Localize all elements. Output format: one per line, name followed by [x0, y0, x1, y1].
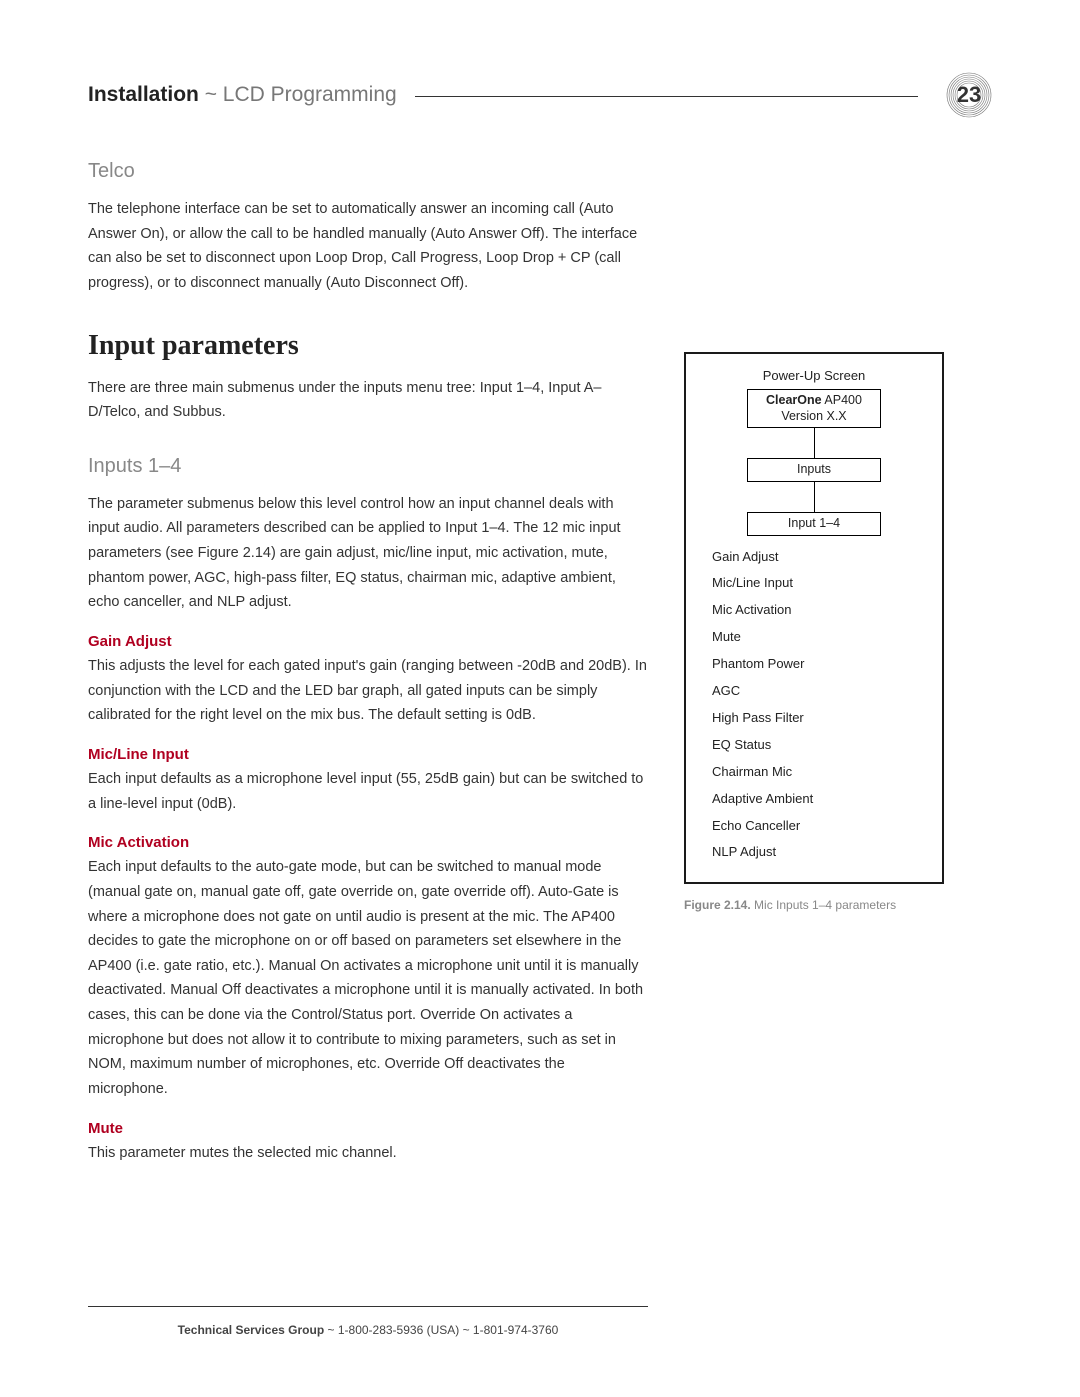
figure-node1-model: AP400: [822, 393, 862, 407]
figure-node-root: ClearOne AP400 Version X.X: [747, 389, 881, 428]
param-title-mute: Mute: [88, 1120, 648, 1137]
figure-node1-brand: ClearOne: [766, 393, 822, 407]
telco-heading: Telco: [88, 160, 648, 183]
param-body-mic-line: Each input defaults as a microphone leve…: [88, 767, 648, 816]
param-body-mute: This parameter mutes the selected mic ch…: [88, 1141, 648, 1166]
main-column: Telco The telephone interface can be set…: [88, 160, 648, 1171]
figure-node-inputs: Inputs: [747, 458, 881, 482]
figure-node-input-1-4: Input 1–4: [747, 512, 881, 536]
figure-bullet: Mic Activation: [712, 597, 928, 624]
header-rule: [415, 96, 918, 97]
figure-bullet: High Pass Filter: [712, 705, 928, 732]
figure-bullet: Mute: [712, 624, 928, 651]
figure-caption-number: Figure 2.14.: [684, 898, 751, 912]
figure-box: Power-Up Screen ClearOne AP400 Version X…: [684, 352, 944, 884]
header-title: Installation ~ LCD Programming: [88, 83, 397, 107]
figure-bullet: AGC: [712, 678, 928, 705]
param-title-mic-line: Mic/Line Input: [88, 746, 648, 763]
page-number-badge: 23: [946, 72, 992, 118]
header-separator: ~: [199, 83, 223, 106]
figure-connector: [814, 428, 815, 458]
footer-bold: Technical Services Group: [178, 1323, 325, 1337]
footer-rule: [88, 1306, 648, 1307]
figure-bullet: Echo Canceller: [712, 813, 928, 840]
footer-text: Technical Services Group ~ 1-800-283-593…: [88, 1323, 648, 1337]
param-title-gain-adjust: Gain Adjust: [88, 633, 648, 650]
figure-bullet: EQ Status: [712, 732, 928, 759]
param-body-gain-adjust: This adjusts the level for each gated in…: [88, 654, 648, 728]
figure-node1-version: Version X.X: [781, 409, 846, 423]
figure-column: Power-Up Screen ClearOne AP400 Version X…: [684, 160, 992, 1171]
telco-paragraph: The telephone interface can be set to au…: [88, 197, 648, 296]
page: Installation ~ LCD Programming 23 Telco …: [0, 0, 1080, 1397]
param-title-mic-activation: Mic Activation: [88, 834, 648, 851]
header-light: LCD Programming: [223, 83, 397, 106]
body: Telco The telephone interface can be set…: [88, 160, 992, 1171]
figure-bullet: NLP Adjust: [712, 839, 928, 866]
figure-bullet: Gain Adjust: [712, 544, 928, 571]
footer-rest: ~ 1-800-283-5936 (USA) ~ 1-801-974-3760: [324, 1323, 558, 1337]
inputs-1-4-heading: Inputs 1–4: [88, 455, 648, 478]
figure-bullet: Chairman Mic: [712, 759, 928, 786]
figure-bullet: Phantom Power: [712, 651, 928, 678]
figure-bullet: Adaptive Ambient: [712, 786, 928, 813]
figure-powerup-label: Power-Up Screen: [700, 368, 928, 383]
page-header: Installation ~ LCD Programming 23: [88, 72, 992, 118]
input-params-intro: There are three main submenus under the …: [88, 376, 648, 425]
figure-bullet: Mic/Line Input: [712, 570, 928, 597]
input-params-heading: Input parameters: [88, 330, 648, 362]
figure-caption: Figure 2.14. Mic Inputs 1–4 parameters: [684, 898, 992, 912]
figure-caption-text: Mic Inputs 1–4 parameters: [751, 898, 896, 912]
figure-connector: [814, 482, 815, 512]
page-number: 23: [946, 72, 992, 118]
inputs-1-4-intro: The parameter submenus below this level …: [88, 492, 648, 615]
figure-bullets: Gain Adjust Mic/Line Input Mic Activatio…: [712, 544, 928, 867]
param-body-mic-activation: Each input defaults to the auto-gate mod…: [88, 855, 648, 1101]
header-strong: Installation: [88, 83, 199, 106]
